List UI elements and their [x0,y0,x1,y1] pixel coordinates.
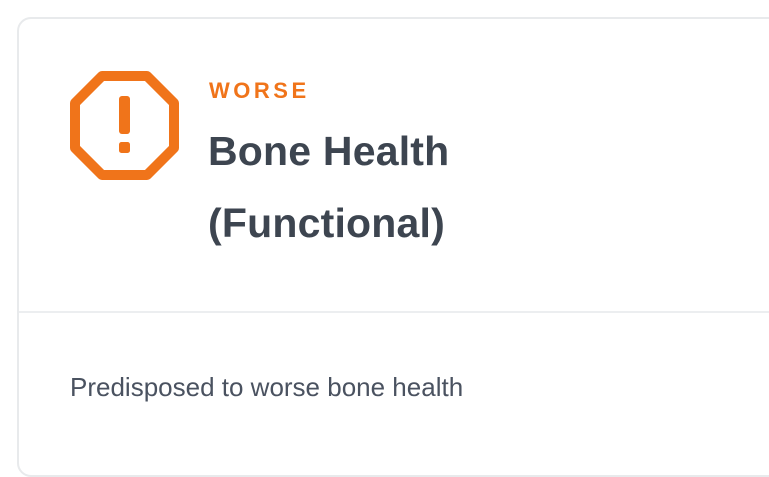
warning-octagon-icon [70,71,179,180]
trait-title-line: Bone Health [208,128,450,174]
card-header: WORSE Bone Health (Functional) [19,19,769,313]
trait-title-line: (Functional) [208,200,445,246]
trait-card: WORSE Bone Health (Functional) Predispos… [17,17,769,477]
trait-title: Bone Health (Functional) [208,115,688,259]
trait-description: Predisposed to worse bone health [70,372,464,402]
status-label: WORSE [209,78,310,103]
